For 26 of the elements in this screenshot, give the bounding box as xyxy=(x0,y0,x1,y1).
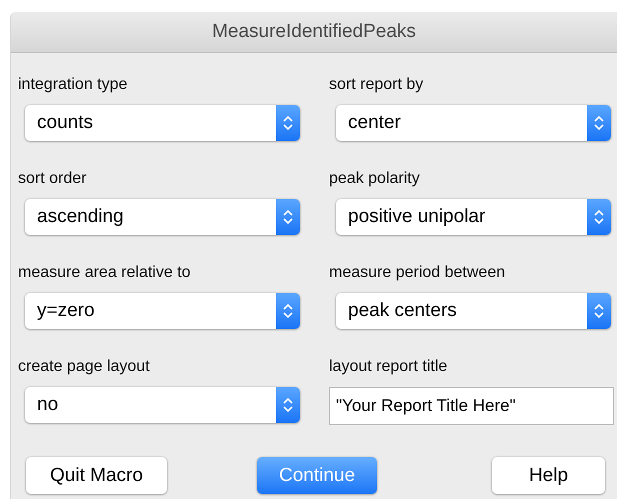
popup-menu[interactable]: y=zero xyxy=(25,293,300,329)
popup-menu[interactable]: peak centers xyxy=(336,293,611,329)
field-label: peak polarity xyxy=(329,169,420,189)
popup-menu[interactable]: ascending xyxy=(25,199,300,235)
window-title: MeasureIdentifiedPeaks xyxy=(212,21,416,43)
popup-menu[interactable]: counts xyxy=(25,105,300,141)
popup-menu[interactable]: positive unipolar xyxy=(336,199,611,235)
chevron-icon xyxy=(276,199,300,235)
field-label: sort report by xyxy=(329,75,424,95)
chevron-icon xyxy=(587,293,611,329)
dialog-button[interactable]: Quit Macro xyxy=(26,457,167,494)
dialog-button[interactable]: Help xyxy=(492,457,605,494)
chevron-icon xyxy=(276,105,300,141)
field-label: measure period between xyxy=(329,263,506,283)
chevron-icon xyxy=(276,293,300,329)
field-label: measure area relative to xyxy=(18,263,191,283)
field-label: integration type xyxy=(18,75,128,95)
field-label: layout report title xyxy=(329,357,448,377)
chevron-icon xyxy=(587,199,611,235)
text-field[interactable]: "Your Report Title Here" xyxy=(329,387,614,425)
field-label: sort order xyxy=(18,169,86,189)
chevron-icon xyxy=(276,387,300,423)
popup-menu[interactable]: no xyxy=(25,387,300,423)
field-label: create page layout xyxy=(18,357,150,377)
chevron-icon xyxy=(587,105,611,141)
popup-menu[interactable]: center xyxy=(336,105,611,141)
